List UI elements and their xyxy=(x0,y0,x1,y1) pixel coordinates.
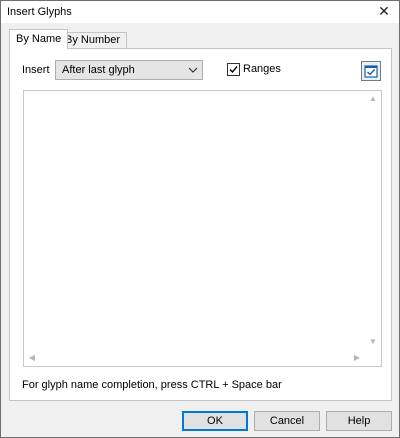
scroll-up-icon[interactable]: ▲ xyxy=(365,91,381,107)
by-name-panel: Insert After last glyph Ranges ▲ ▼ ◀ ▶ F… xyxy=(9,48,392,401)
check-icon xyxy=(229,66,238,74)
vertical-scrollbar[interactable]: ▲ ▼ xyxy=(365,91,381,350)
ranges-checkbox[interactable] xyxy=(227,63,240,76)
completion-hint: For glyph name completion, press CTRL + … xyxy=(22,379,282,391)
close-button[interactable]: ✕ xyxy=(369,1,399,23)
close-icon: ✕ xyxy=(378,3,390,19)
glyph-names-textarea[interactable]: ▲ ▼ ◀ ▶ xyxy=(23,90,382,367)
scrollbar-corner xyxy=(365,350,381,366)
tab-by-number[interactable]: By Number xyxy=(58,32,128,48)
toggle-option-button[interactable] xyxy=(361,61,381,81)
horizontal-scrollbar[interactable]: ◀ ▶ xyxy=(24,350,365,366)
scroll-left-icon[interactable]: ◀ xyxy=(24,350,40,366)
dialog-title: Insert Glyphs xyxy=(7,6,72,18)
insert-glyphs-dialog: Insert Glyphs ✕ By Name By Number Insert… xyxy=(0,0,400,438)
insert-position-dropdown[interactable]: After last glyph xyxy=(55,60,203,80)
chevron-down-icon xyxy=(188,67,198,73)
insert-position-value: After last glyph xyxy=(62,64,135,76)
cancel-button[interactable]: Cancel xyxy=(254,411,320,431)
title-bar: Insert Glyphs ✕ xyxy=(1,1,399,23)
insert-label: Insert xyxy=(22,64,50,76)
scroll-right-icon[interactable]: ▶ xyxy=(349,350,365,366)
ranges-label[interactable]: Ranges xyxy=(243,63,281,75)
checked-toggle-icon xyxy=(364,65,378,78)
help-button[interactable]: Help xyxy=(326,411,392,431)
ok-button[interactable]: OK xyxy=(182,411,248,431)
tab-by-name[interactable]: By Name xyxy=(9,29,69,49)
scroll-down-icon[interactable]: ▼ xyxy=(365,334,381,350)
